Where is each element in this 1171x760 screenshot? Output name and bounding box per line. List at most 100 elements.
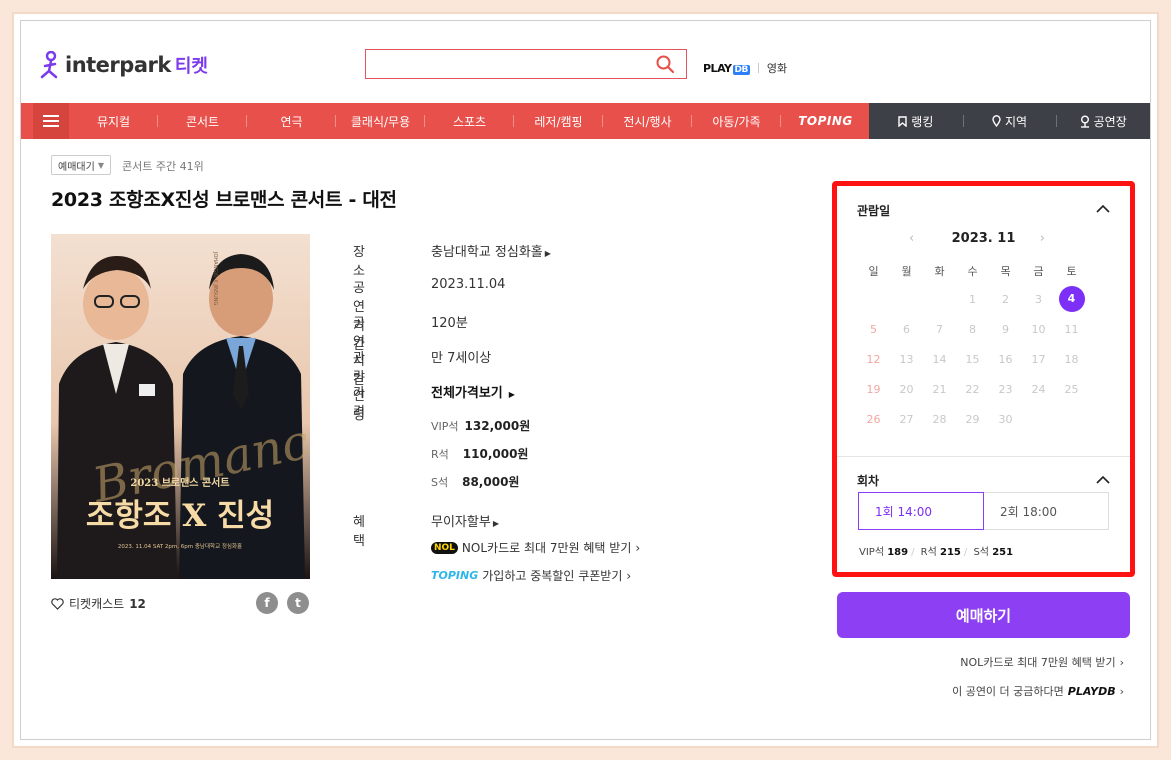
calendar-day: 28 <box>932 412 947 426</box>
book-button[interactable]: 예매하기 <box>837 592 1130 638</box>
month-nav: ‹ 2023. 11 › <box>837 231 1130 246</box>
round-label: 2회 18:00 <box>1000 504 1058 519</box>
facebook-share-button[interactable]: f <box>256 592 278 614</box>
chevron-right-icon: › <box>1119 655 1124 669</box>
nav-musical[interactable]: 뮤지컬 <box>69 113 158 130</box>
poster-image: Bromance JOHANGJO X JINSUNG 2023 브로맨스 콘서… <box>51 234 310 579</box>
prev-month-button[interactable]: ‹ <box>909 231 914 246</box>
playdb-logo: PLAYDB <box>1067 684 1116 698</box>
search-icon[interactable] <box>656 55 674 73</box>
divider <box>757 63 759 73</box>
calendar-day: 17 <box>1031 352 1046 366</box>
nav-classic[interactable]: 클래식/무용 <box>336 113 425 130</box>
poster-vertical-text: JOHANGJO X JINSUNG <box>212 251 218 305</box>
nav-ranking[interactable]: 랭킹 <box>869 113 963 130</box>
heart-icon <box>51 597 64 610</box>
benefit-value: 무이자할부 <box>431 515 491 530</box>
nav-ranking-label: 랭킹 <box>911 114 934 129</box>
poster-line3: 2023. 11.04 SAT 2pm, 6pm 충남대학교 정심화홀 <box>118 542 242 550</box>
nav-region[interactable]: 지역 <box>962 113 1057 130</box>
nav-leisure[interactable]: 레저/캠핑 <box>514 113 603 130</box>
price-amount: 88,000원 <box>462 475 520 489</box>
price-row: VIP석 132,000원 <box>431 417 530 434</box>
triangle-right-icon: ▶ <box>508 390 515 399</box>
interpark-logo[interactable]: interpark 티켓 <box>39 51 208 79</box>
chevron-up-icon[interactable] <box>1096 476 1110 484</box>
calendar-day: 5 <box>870 322 877 336</box>
nav-right-group: 랭킹 지역 공연장 <box>869 103 1150 139</box>
status-badge[interactable]: 예매대기 ▼ <box>51 155 111 175</box>
ticketcast-button[interactable]: 티켓캐스트 12 <box>51 595 146 612</box>
calendar-week: 1 2 3 4 <box>857 284 1119 314</box>
triangle-right-icon: ▶ <box>544 249 551 258</box>
calendar-day: 15 <box>965 352 980 366</box>
calendar-day-selected[interactable]: 4 <box>1055 286 1088 312</box>
price-grade: VIP석 <box>431 420 459 433</box>
calendar-day: 10 <box>1031 322 1046 336</box>
playdb-more-link[interactable]: 이 공연이 더 궁금하다면 PLAYDB › <box>952 683 1124 699</box>
price-amount: 132,000원 <box>464 419 531 433</box>
nol-benefit-link[interactable]: NOL NOL카드로 최대 7만원 혜택 받기 › <box>431 539 640 556</box>
nav-venue-label: 공연장 <box>1093 114 1127 129</box>
price-grade: S석 <box>431 476 449 489</box>
calendar-day: 19 <box>866 382 881 396</box>
calendar-grid: 일 월 화 수 목 금 토 1 2 3 4 5 6 7 8 9 10 11 12… <box>857 258 1119 434</box>
round-label: 1회 14:00 <box>875 504 933 519</box>
venue-value: 충남대학교 정심화홀 <box>431 245 543 260</box>
date-heading: 관람일 <box>857 204 891 218</box>
page-title: 2023 조항조X진성 브로맨스 콘서트 - 대전 <box>51 189 397 211</box>
installment-link[interactable]: 무이자할부 ▶ <box>431 511 499 530</box>
price-row: R석 110,000원 <box>431 445 528 462</box>
nav-venue[interactable]: 공연장 <box>1056 113 1150 130</box>
next-month-button[interactable]: › <box>1040 231 1045 246</box>
venue-link[interactable]: 충남대학교 정심화홀 ▶ <box>431 241 551 260</box>
triangle-right-icon: ▶ <box>492 519 499 528</box>
rank-text: 콘서트 주간 41위 <box>122 160 204 173</box>
toping-benefit-link[interactable]: TOPING 가입하고 중복할인 쿠폰받기 › <box>431 567 631 584</box>
calendar-day: 30 <box>998 412 1013 426</box>
calendar-day: 14 <box>932 352 947 366</box>
nav-kids[interactable]: 아동/가족 <box>692 113 781 130</box>
logo-person-icon <box>40 51 58 79</box>
chevron-right-icon: › <box>626 568 632 583</box>
calendar-week: 5 6 7 8 9 10 11 <box>857 314 1119 344</box>
playdb-link[interactable]: PLAY DB <box>703 62 750 75</box>
search-input[interactable] <box>365 49 687 79</box>
calendar-day: 20 <box>899 382 914 396</box>
weekday-label: 목 <box>1000 265 1011 278</box>
chevron-up-icon[interactable] <box>1096 205 1110 213</box>
round-option-2[interactable]: 2회 18:00 <box>983 492 1109 530</box>
twitter-share-button[interactable]: t <box>287 592 309 614</box>
nav-sports[interactable]: 스포츠 <box>425 113 514 130</box>
toping-logo: TOPING <box>431 569 479 582</box>
bookmark-icon <box>898 115 907 127</box>
nav-exhibition[interactable]: 전시/행사 <box>603 113 692 130</box>
twitter-icon: t <box>295 596 301 610</box>
round-option-1[interactable]: 1회 14:00 <box>858 492 984 530</box>
nav-toping[interactable]: TOPING <box>781 114 870 128</box>
price-all-link[interactable]: 전체가격보기 ▶ <box>431 382 515 401</box>
page: interpark 티켓 PLAY DB 영화 뮤지컬 콘서트 연극 클래식/무용 <box>20 20 1151 740</box>
weekday-label: 화 <box>934 265 945 278</box>
calendar-day: 7 <box>936 322 943 336</box>
price-row: S석 88,000원 <box>431 473 519 490</box>
logo-text: interpark <box>65 53 171 77</box>
menu-button[interactable] <box>33 103 69 139</box>
month-label: 2023. 11 <box>951 231 1016 246</box>
chevron-right-icon: › <box>1119 684 1124 698</box>
selected-day-label: 4 <box>1058 286 1085 312</box>
calendar-day: 6 <box>903 322 910 336</box>
price-amount: 110,000원 <box>462 447 529 461</box>
time-value: 120분 <box>431 316 468 331</box>
nav-concert[interactable]: 콘서트 <box>158 113 247 130</box>
movie-link[interactable]: 영화 <box>767 60 787 76</box>
chevron-right-icon: › <box>635 540 641 555</box>
header: interpark 티켓 PLAY DB 영화 <box>21 21 1150 103</box>
nav-play[interactable]: 연극 <box>247 113 336 130</box>
playdb-links: PLAY DB 영화 <box>703 60 787 76</box>
price-grade: R석 <box>431 448 449 461</box>
category-nav: 뮤지컬 콘서트 연극 클래식/무용 스포츠 레저/캠핑 전시/행사 아동/가족 … <box>21 103 1150 139</box>
weekday-label: 토 <box>1066 265 1077 278</box>
calendar-week: 19 20 21 22 23 24 25 <box>857 374 1119 404</box>
nol-card-link[interactable]: NOL카드로 최대 7만원 혜택 받기 › <box>960 654 1124 670</box>
